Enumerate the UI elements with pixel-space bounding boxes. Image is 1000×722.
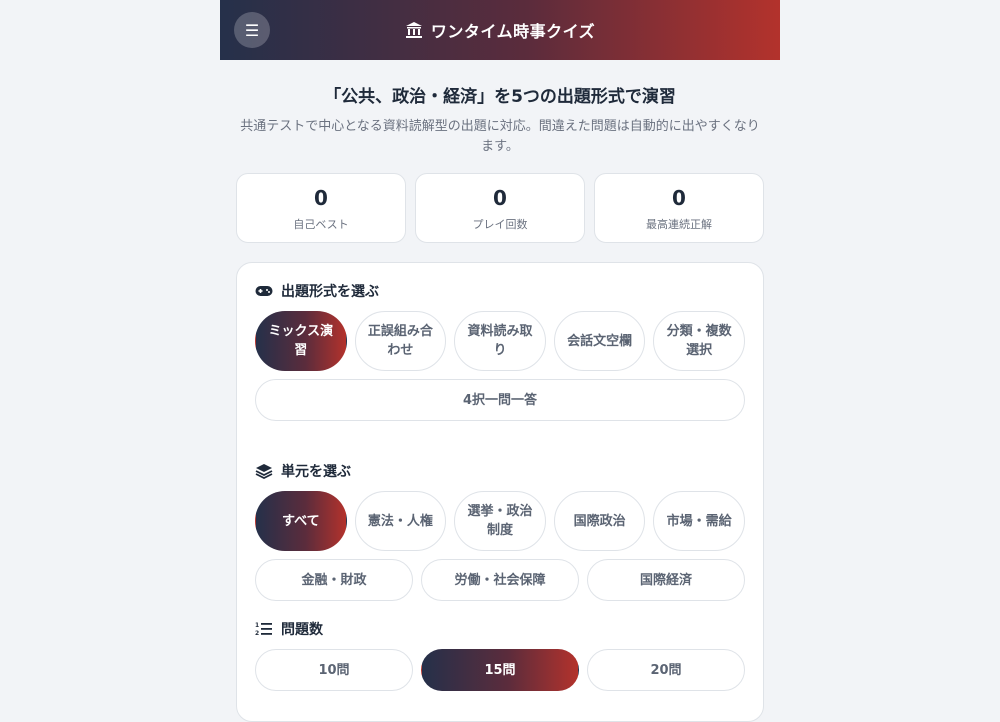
unit-option-all[interactable]: すべて [255,491,347,551]
stat-plays: 0 プレイ回数 [415,173,585,243]
page-description: 共通テストで中心となる資料読解型の出題に対応。間違えた問題は自動的に出やすくなり… [240,119,760,154]
count-options: 10問 15問 20問 [255,649,745,691]
unit-option-finance[interactable]: 金融・財政 [255,559,413,601]
svg-text:2: 2 [255,630,259,637]
unit-option-constitution[interactable]: 憲法・人権 [354,491,447,551]
unit-options-row2: 金融・財政 労働・社会保障 国際経済 [255,559,745,601]
count-option-20[interactable]: 20問 [587,649,745,691]
menu-button[interactable]: ☰ [234,12,270,48]
count-option-15[interactable]: 15問 [421,649,579,691]
format-option-dialogue[interactable]: 会話文空欄 [553,311,646,371]
format-section-label: 出題形式を選ぶ [281,284,379,300]
stat-label: プレイ回数 [472,218,528,231]
app-title: ワンタイム時事クイズ [430,22,596,41]
format-option-data-reading[interactable]: 資料読み取り [454,311,546,371]
format-options: ミックス演習 正誤組み合わせ 資料読み取り 会話文空欄 分類・複数選択 [255,311,745,371]
count-option-10[interactable]: 10問 [255,649,413,691]
settings-card: 出題形式を選ぶ ミックス演習 正誤組み合わせ 資料読み取り 会話文空欄 分類・複… [236,262,764,722]
bank-icon [405,22,422,38]
header: ☰ ワンタイム時事クイズ [220,0,780,60]
count-section-title: 1 2 問題数 [255,619,745,639]
stats-row: 0 自己ベスト 0 プレイ回数 0 最高連続正解 [220,173,780,243]
format-option-classification[interactable]: 分類・複数選択 [653,311,745,371]
unit-option-market[interactable]: 市場・需給 [653,491,745,551]
svg-text:1: 1 [255,622,259,629]
unit-option-intl-politics[interactable]: 国際政治 [553,491,646,551]
format-option-mix[interactable]: ミックス演習 [255,311,347,371]
stat-label: 自己ベスト [293,218,349,231]
stat-label: 最高連続正解 [646,218,712,231]
layers-icon [255,464,273,479]
format-option-four-choice[interactable]: 4択一問一答 [255,379,745,421]
unit-options: すべて 憲法・人権 選挙・政治制度 国際政治 市場・需給 [255,491,745,551]
unit-section-label: 単元を選ぶ [281,464,351,480]
format-option-true-false[interactable]: 正誤組み合わせ [354,311,447,371]
page-heading: 「公共、政治・経済」を5つの出題形式で演習 [324,87,676,107]
list-ordered-icon: 1 2 [255,622,272,637]
stat-value: 0 [314,186,328,210]
unit-option-labor[interactable]: 労働・社会保障 [421,559,579,601]
menu-icon: ☰ [244,20,260,40]
format-section-title: 出題形式を選ぶ [255,281,745,301]
stat-value: 0 [672,186,686,210]
header-title: ワンタイム時事クイズ [405,18,595,42]
count-section-label: 問題数 [281,622,323,638]
app: ☰ ワンタイム時事クイズ 「公共、政治・経済」を5つの出題形式で演習 共通テスト… [220,0,780,722]
stat-value: 0 [493,186,507,210]
gamepad-icon [255,286,273,296]
stat-best: 0 自己ベスト [236,173,406,243]
stat-streak: 0 最高連続正解 [594,173,764,243]
unit-option-intl-economy[interactable]: 国際経済 [587,559,745,601]
unit-section-title: 単元を選ぶ [255,461,745,481]
intro: 「公共、政治・経済」を5つの出題形式で演習 共通テストで中心となる資料読解型の出… [220,60,780,157]
unit-option-elections[interactable]: 選挙・政治制度 [454,491,546,551]
